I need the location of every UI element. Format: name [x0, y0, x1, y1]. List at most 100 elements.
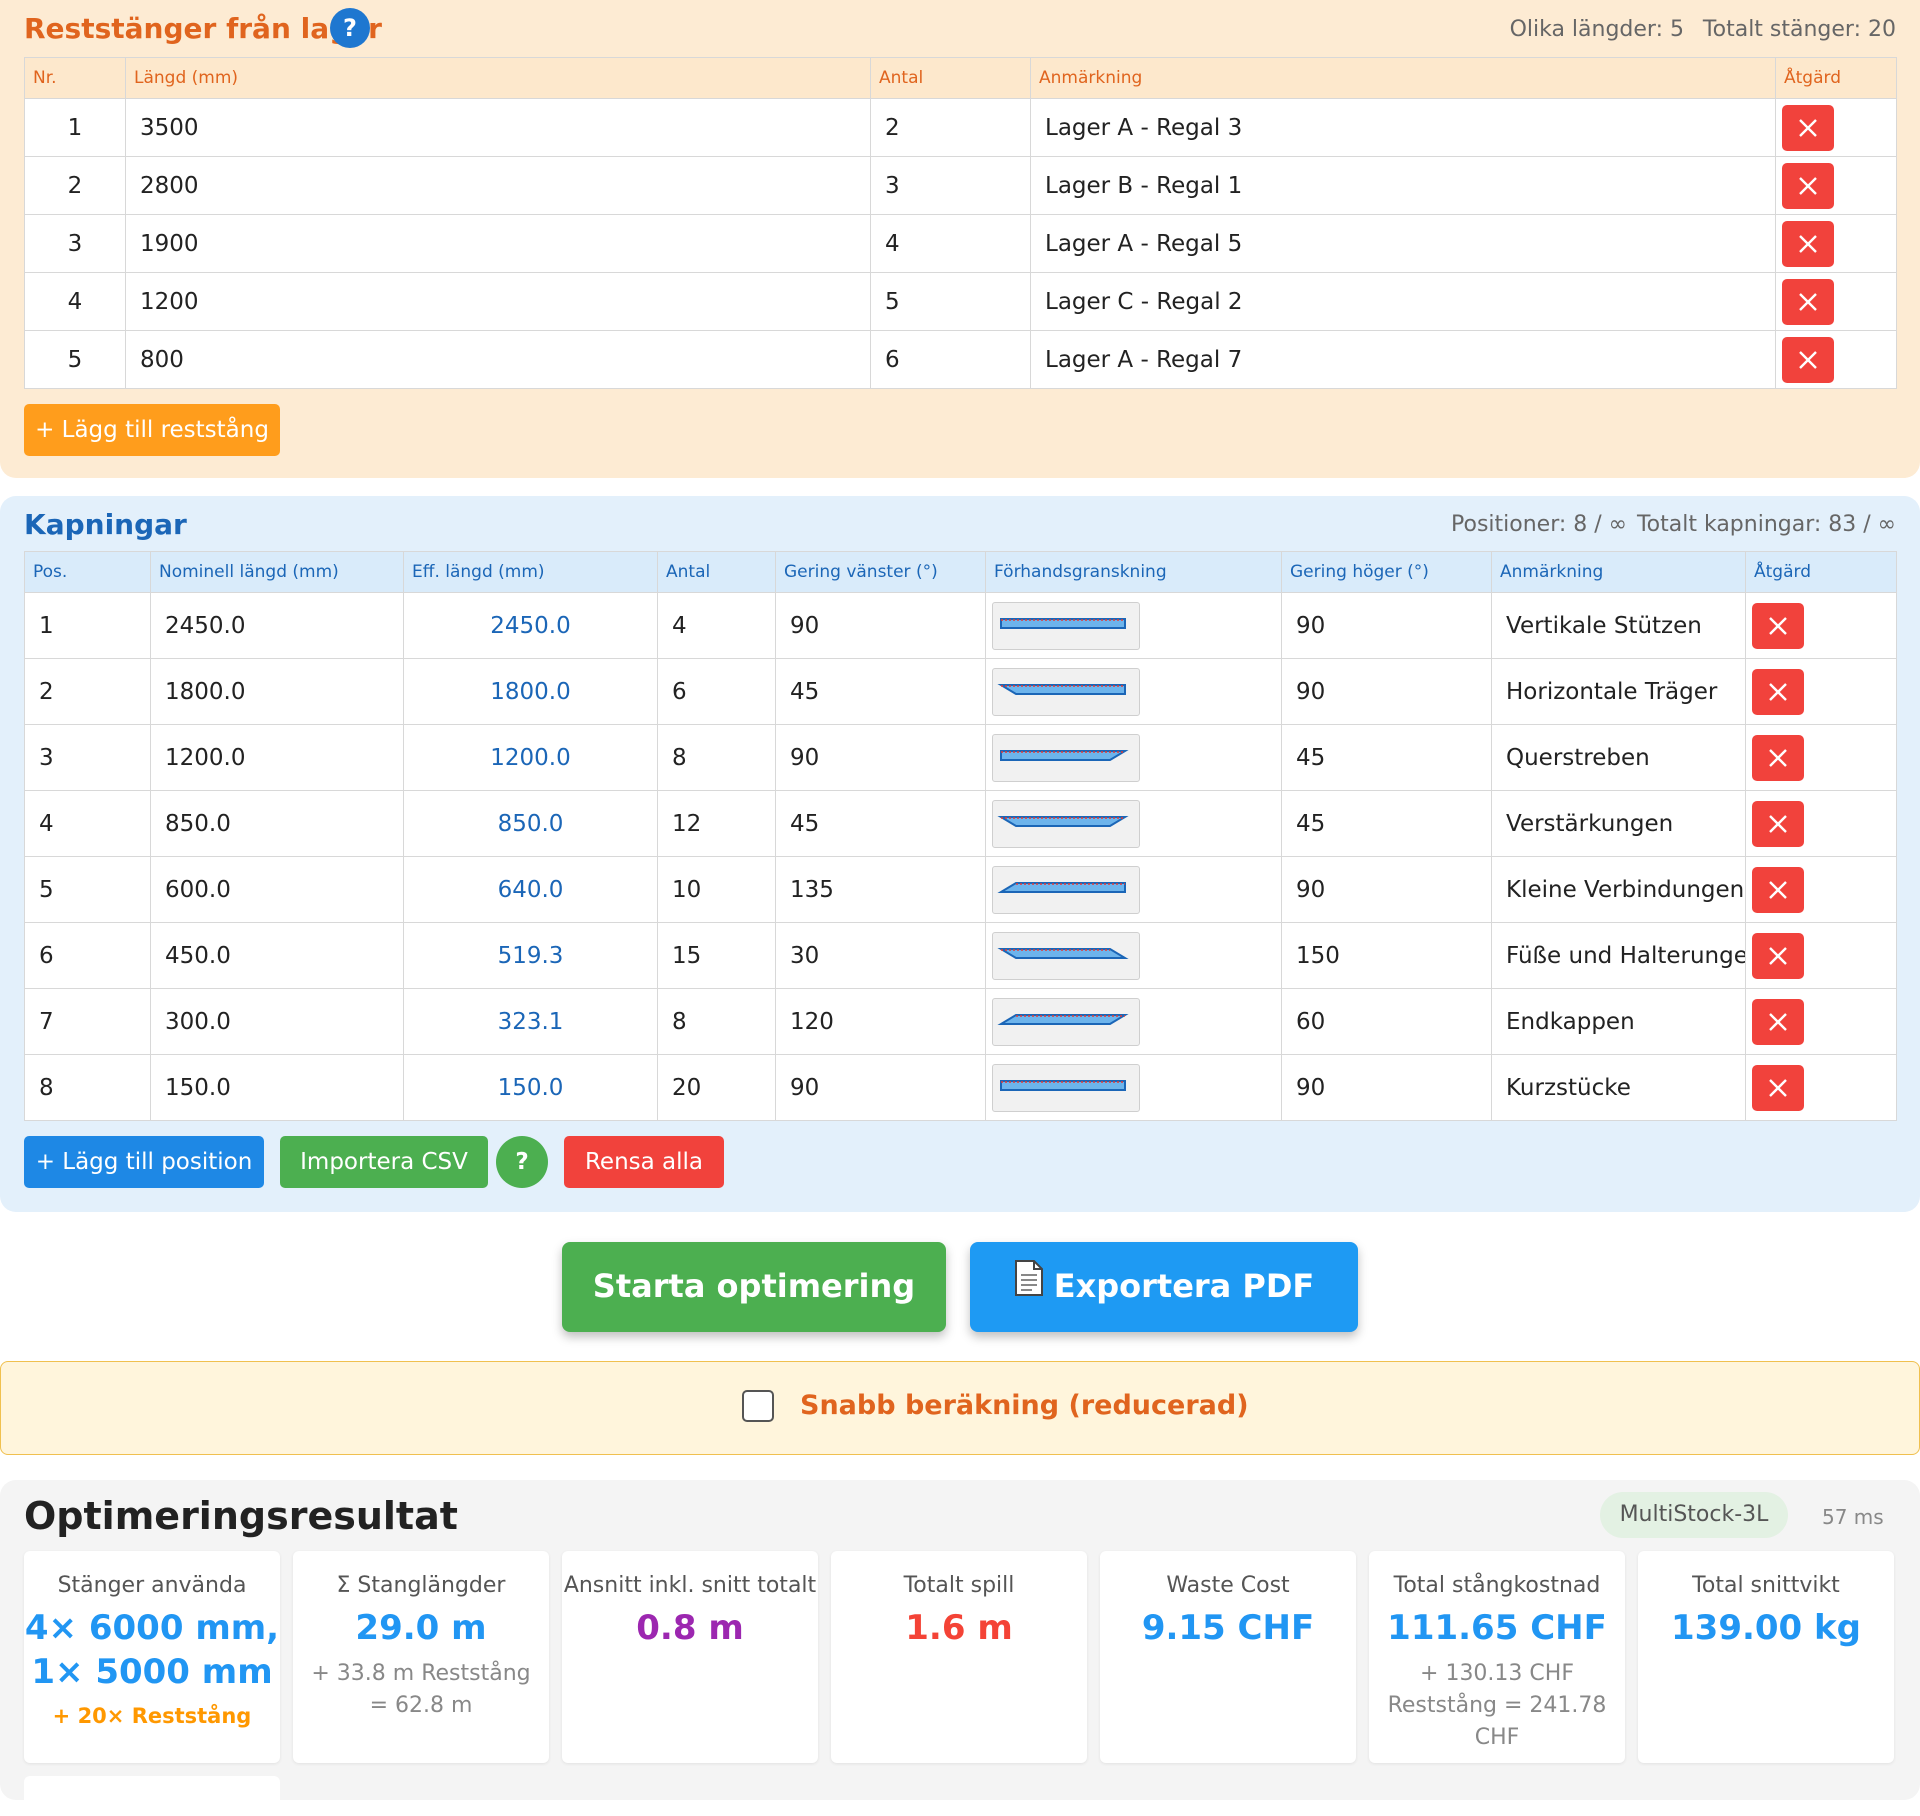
card-sub: + 33.8 m Reststång = 62.8 m: [311, 1661, 531, 1718]
stock-length-input[interactable]: 800: [125, 330, 871, 389]
stock-action-cell: [1775, 98, 1897, 157]
cut-note-input[interactable]: Kurzstücke: [1491, 1054, 1746, 1121]
cut-miter-left-input[interactable]: 45: [775, 790, 986, 857]
stock-action-cell: [1775, 156, 1897, 215]
cut-preview: [992, 865, 1140, 914]
cut-nominal-length-input[interactable]: 300.0: [150, 988, 404, 1055]
stock-row: 4 1200 5 Lager C - Regal 2: [24, 272, 1897, 331]
cut-miter-left-input[interactable]: 45: [775, 658, 986, 725]
cut-miter-right-input[interactable]: 90: [1281, 1054, 1492, 1121]
column-header-preview: Förhandsgranskning: [985, 551, 1282, 593]
delete-position-button[interactable]: [1752, 866, 1804, 913]
cut-note-input[interactable]: Vertikale Stützen: [1491, 592, 1746, 659]
stock-note-input[interactable]: Lager B - Regal 1: [1030, 156, 1776, 215]
stock-note-input[interactable]: Lager A - Regal 3: [1030, 98, 1776, 157]
cut-quantity-input[interactable]: 8: [657, 724, 776, 791]
cut-quantity-input[interactable]: 10: [657, 856, 776, 923]
delete-position-button[interactable]: [1752, 734, 1804, 781]
cut-eff-length: 1200.0: [403, 724, 658, 791]
cut-preview-cell: [985, 658, 1282, 725]
cut-nominal-length-input[interactable]: 450.0: [150, 922, 404, 989]
delete-position-button[interactable]: [1752, 1064, 1804, 1111]
card-label: Σ Stanglängder: [336, 1573, 506, 1598]
card-value: 139.00 kg: [1671, 1608, 1861, 1648]
stock-quantity-input[interactable]: 2: [870, 98, 1031, 157]
stock-note-input[interactable]: Lager A - Regal 7: [1030, 330, 1776, 389]
cut-note-input[interactable]: Kleine Verbindungen: [1491, 856, 1746, 923]
delete-position-button[interactable]: [1752, 998, 1804, 1045]
quick-calc-label[interactable]: Snabb beräkning (reducerad): [800, 1390, 1249, 1421]
stock-length-input[interactable]: 3500: [125, 98, 871, 157]
card-label: Total snittvikt: [1692, 1573, 1840, 1598]
clear-all-button[interactable]: Rensa alla: [564, 1136, 724, 1188]
card-value: 111.65 CHF: [1387, 1608, 1607, 1648]
delete-position-button[interactable]: [1752, 668, 1804, 715]
cut-nominal-length-input[interactable]: 850.0: [150, 790, 404, 857]
cut-note-input[interactable]: Endkappen: [1491, 988, 1746, 1055]
stock-quantity-input[interactable]: 4: [870, 214, 1031, 273]
delete-position-button[interactable]: [1752, 932, 1804, 979]
delete-stock-button[interactable]: [1782, 336, 1834, 383]
cut-miter-right-input[interactable]: 45: [1281, 790, 1492, 857]
delete-stock-button[interactable]: [1782, 278, 1834, 325]
cut-miter-right-input[interactable]: 90: [1281, 592, 1492, 659]
cut-quantity-input[interactable]: 12: [657, 790, 776, 857]
stock-quantity-input[interactable]: 5: [870, 272, 1031, 331]
cut-miter-left-input[interactable]: 135: [775, 856, 986, 923]
stock-length-input[interactable]: 1200: [125, 272, 871, 331]
stock-help-button[interactable]: ?: [330, 8, 370, 48]
cut-miter-right-input[interactable]: 90: [1281, 856, 1492, 923]
cut-nominal-length-input[interactable]: 150.0: [150, 1054, 404, 1121]
cut-miter-left-input[interactable]: 90: [775, 724, 986, 791]
start-optimization-button[interactable]: Starta optimering: [562, 1242, 946, 1332]
cut-miter-left-input[interactable]: 90: [775, 1054, 986, 1121]
cut-nominal-length-input[interactable]: 1200.0: [150, 724, 404, 791]
column-header-note: Anmärkning: [1030, 57, 1776, 99]
cut-row: 5 600.0 640.0 10 135 90 Kleine Verbindungen: [24, 856, 1897, 923]
import-help-button[interactable]: ?: [496, 1136, 548, 1188]
cut-miter-right-input[interactable]: 150: [1281, 922, 1492, 989]
cut-preview-cell: [985, 592, 1282, 659]
cut-action-cell: [1745, 988, 1897, 1055]
cut-miter-left-input[interactable]: 120: [775, 988, 986, 1055]
cuts-title: Kapningar: [24, 508, 187, 541]
stock-note-input[interactable]: Lager A - Regal 5: [1030, 214, 1776, 273]
delete-stock-button[interactable]: [1782, 162, 1834, 209]
cut-miter-right-input[interactable]: 60: [1281, 988, 1492, 1055]
cut-miter-right-input[interactable]: 90: [1281, 658, 1492, 725]
cut-nominal-length-input[interactable]: 2450.0: [150, 592, 404, 659]
stock-quantity-input[interactable]: 3: [870, 156, 1031, 215]
cut-quantity-input[interactable]: 4: [657, 592, 776, 659]
quick-calc-checkbox[interactable]: [742, 1390, 774, 1422]
stock-note-input[interactable]: Lager C - Regal 2: [1030, 272, 1776, 331]
cut-miter-left-input[interactable]: 90: [775, 592, 986, 659]
delete-stock-button[interactable]: [1782, 104, 1834, 151]
cut-pos: 6: [24, 922, 151, 989]
delete-position-button[interactable]: [1752, 800, 1804, 847]
cut-note-input[interactable]: Füße und Halterunge: [1491, 922, 1746, 989]
cut-miter-right-input[interactable]: 45: [1281, 724, 1492, 791]
add-stock-bar-button[interactable]: + Lägg till reststång: [24, 404, 280, 456]
stock-length-input[interactable]: 2800: [125, 156, 871, 215]
stock-length-input[interactable]: 1900: [125, 214, 871, 273]
cut-note-input[interactable]: Querstreben: [1491, 724, 1746, 791]
add-position-button[interactable]: + Lägg till position: [24, 1136, 264, 1188]
import-csv-button[interactable]: Importera CSV: [280, 1136, 488, 1188]
delete-position-button[interactable]: [1752, 602, 1804, 649]
cut-pos: 1: [24, 592, 151, 659]
cut-eff-length: 1800.0: [403, 658, 658, 725]
cut-nominal-length-input[interactable]: 1800.0: [150, 658, 404, 725]
cut-nominal-length-input[interactable]: 600.0: [150, 856, 404, 923]
cut-note-input[interactable]: Verstärkungen: [1491, 790, 1746, 857]
cut-quantity-input[interactable]: 8: [657, 988, 776, 1055]
cut-quantity-input[interactable]: 20: [657, 1054, 776, 1121]
stock-row: 5 800 6 Lager A - Regal 7: [24, 330, 1897, 389]
cut-miter-left-input[interactable]: 30: [775, 922, 986, 989]
cut-quantity-input[interactable]: 15: [657, 922, 776, 989]
delete-stock-button[interactable]: [1782, 220, 1834, 267]
cut-note-input[interactable]: Horizontale Träger: [1491, 658, 1746, 725]
export-pdf-button[interactable]: Exportera PDF: [970, 1242, 1358, 1332]
stock-quantity-input[interactable]: 6: [870, 330, 1031, 389]
card-bars-used: Stänger använda 4× 6000 mm, 1× 5000 mm +…: [24, 1551, 280, 1763]
cut-quantity-input[interactable]: 6: [657, 658, 776, 725]
